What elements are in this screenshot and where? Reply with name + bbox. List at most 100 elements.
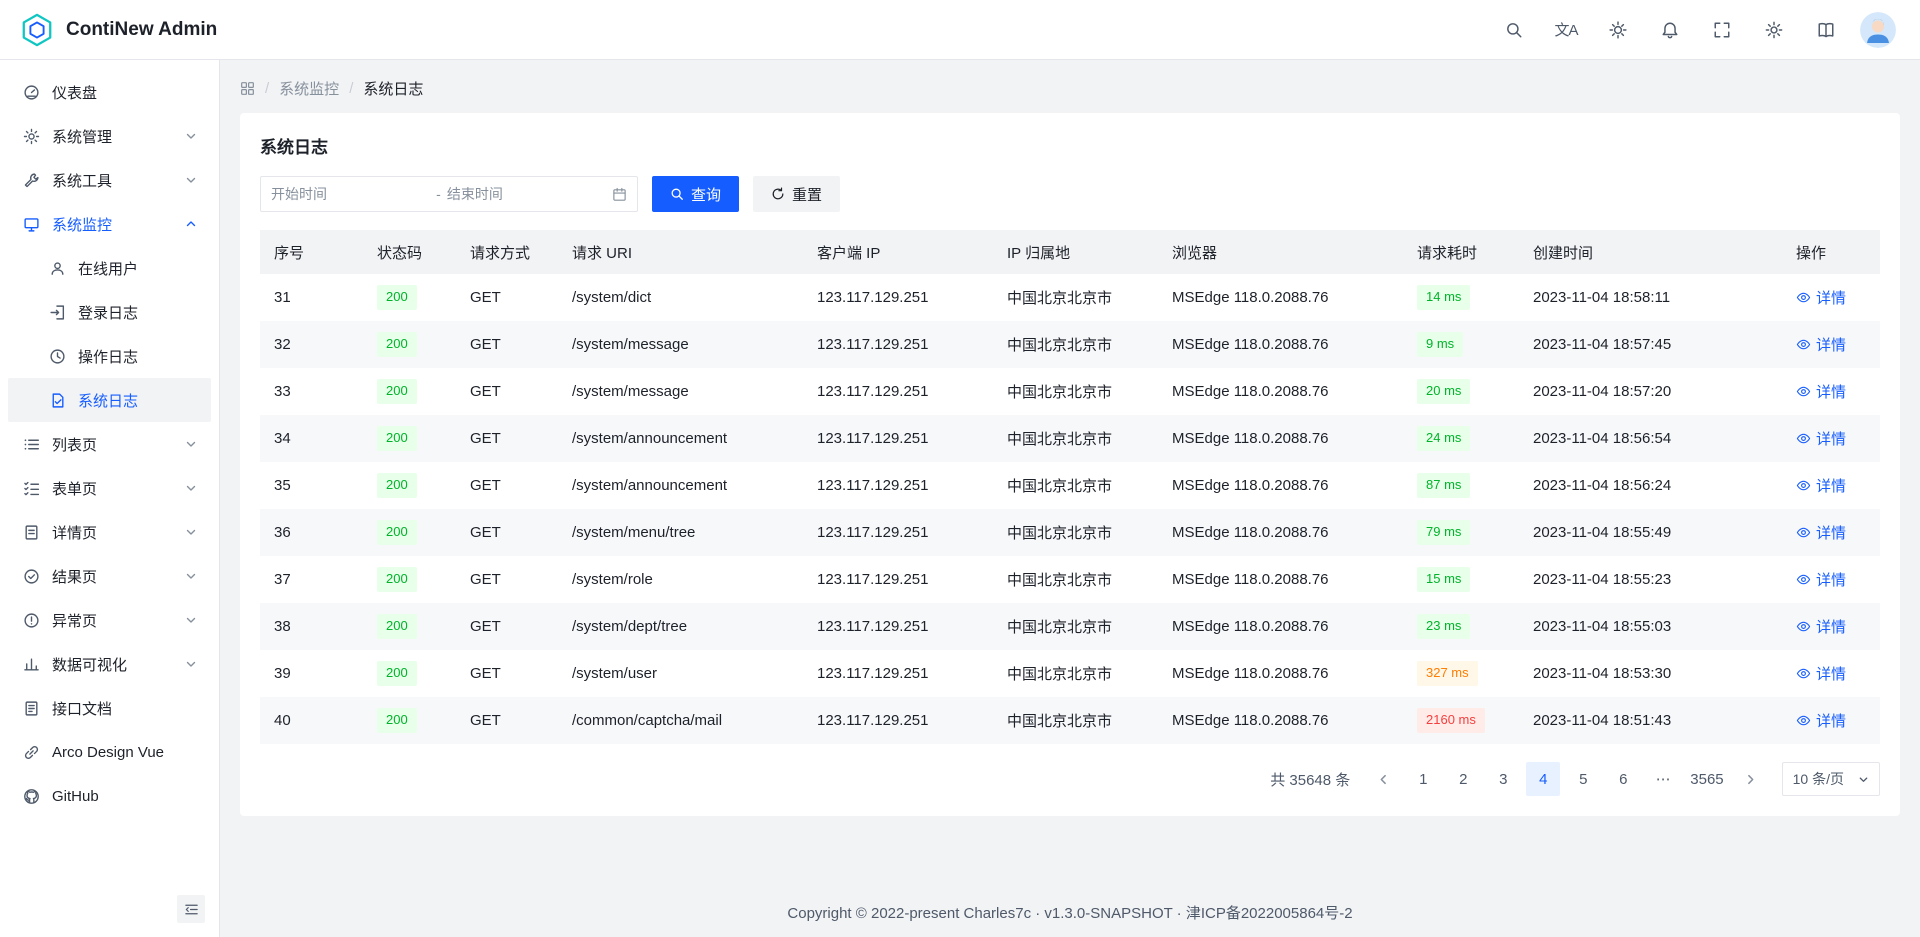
theme-button[interactable] xyxy=(1600,12,1636,48)
cell-ip: 123.117.129.251 xyxy=(803,415,993,462)
detail-label: 详情 xyxy=(1816,710,1846,731)
cell-method: GET xyxy=(456,650,558,697)
sidebar-item-list-page[interactable]: 列表页 xyxy=(8,422,211,466)
elapsed-badge: 87 ms xyxy=(1417,473,1470,497)
page-size-select[interactable]: 10 条/页 xyxy=(1782,762,1880,796)
apps-grid-icon[interactable] xyxy=(240,81,255,96)
gear-icon xyxy=(1765,21,1783,39)
detail-label: 详情 xyxy=(1816,569,1846,590)
sidebar-item-github[interactable]: GitHub xyxy=(8,774,211,818)
search-button[interactable] xyxy=(1496,12,1532,48)
sidebar-item-label: 登录日志 xyxy=(78,302,197,323)
notification-button[interactable] xyxy=(1652,12,1688,48)
cell-browser: MSEdge 118.0.2088.76 xyxy=(1158,509,1403,556)
chevron-down-icon xyxy=(185,526,197,538)
page-button[interactable]: 3 xyxy=(1486,762,1520,796)
sidebar-item-result-page[interactable]: 结果页 xyxy=(8,554,211,598)
topbar: ContiNew Admin 文A xyxy=(0,0,1920,60)
user-icon xyxy=(48,259,66,277)
status-badge: 200 xyxy=(377,708,417,732)
eye-icon xyxy=(1796,337,1811,352)
sidebar-item-system-tools[interactable]: 系统工具 xyxy=(8,158,211,202)
cell-browser: MSEdge 118.0.2088.76 xyxy=(1158,650,1403,697)
detail-link[interactable]: 详情 xyxy=(1796,616,1846,637)
page-button[interactable]: 5 xyxy=(1566,762,1600,796)
date-range-picker[interactable]: - xyxy=(260,176,638,212)
cell-method: GET xyxy=(456,415,558,462)
avatar[interactable] xyxy=(1860,12,1896,48)
cell-method: GET xyxy=(456,509,558,556)
collapse-sidebar-button[interactable] xyxy=(177,895,205,923)
cell-method: GET xyxy=(456,321,558,368)
docs-button[interactable] xyxy=(1808,12,1844,48)
search-button[interactable]: 查询 xyxy=(652,176,739,212)
cell-method: GET xyxy=(456,697,558,744)
detail-label: 详情 xyxy=(1816,428,1846,449)
chevron-down-icon xyxy=(185,130,197,142)
detail-link[interactable]: 详情 xyxy=(1796,475,1846,496)
cell-browser: MSEdge 118.0.2088.76 xyxy=(1158,274,1403,321)
detail-link[interactable]: 详情 xyxy=(1796,334,1846,355)
sidebar-item-detail-page[interactable]: 详情页 xyxy=(8,510,211,554)
sidebar: 仪表盘 系统管理 系统工具 xyxy=(0,60,220,937)
sidebar-item-form-page[interactable]: 表单页 xyxy=(8,466,211,510)
sidebar-item-operation-logs[interactable]: 操作日志 xyxy=(8,334,211,378)
sidebar-item-arco-design-vue[interactable]: Arco Design Vue xyxy=(8,730,211,774)
eye-icon xyxy=(1796,431,1811,446)
detail-link[interactable]: 详情 xyxy=(1796,663,1846,684)
status-badge: 200 xyxy=(377,473,417,497)
detail-link[interactable]: 详情 xyxy=(1796,287,1846,308)
sidebar-item-system-monitor[interactable]: 系统监控 xyxy=(8,202,211,246)
sidebar-item-exception-page[interactable]: 异常页 xyxy=(8,598,211,642)
fullscreen-icon xyxy=(1713,21,1731,39)
sidebar-item-login-logs[interactable]: 登录日志 xyxy=(8,290,211,334)
sidebar-item-system-management[interactable]: 系统管理 xyxy=(8,114,211,158)
detail-link[interactable]: 详情 xyxy=(1796,710,1846,731)
cell-location: 中国北京北京市 xyxy=(993,556,1158,603)
start-time-input[interactable] xyxy=(271,186,430,202)
page-button[interactable]: 2 xyxy=(1446,762,1480,796)
reset-button[interactable]: 重置 xyxy=(753,176,840,212)
sidebar-item-label: 结果页 xyxy=(52,566,185,587)
chevron-down-icon xyxy=(185,438,197,450)
column-header: 状态码 xyxy=(363,230,456,274)
detail-link[interactable]: 详情 xyxy=(1796,569,1846,590)
theme-sun-icon xyxy=(1609,21,1627,39)
table-row: 35 200 GET /system/announcement 123.117.… xyxy=(260,462,1880,509)
chevron-down-icon xyxy=(185,482,197,494)
end-time-input[interactable] xyxy=(447,186,606,202)
sidebar-item-system-logs[interactable]: 系统日志 xyxy=(8,378,211,422)
page-size-label: 10 条/页 xyxy=(1793,769,1844,789)
locale-button[interactable]: 文A xyxy=(1548,12,1584,48)
next-page-button[interactable] xyxy=(1734,762,1768,796)
cell-no: 33 xyxy=(260,368,363,415)
detail-link[interactable]: 详情 xyxy=(1796,522,1846,543)
sidebar-item-online-users[interactable]: 在线用户 xyxy=(8,246,211,290)
previous-page-button[interactable] xyxy=(1366,762,1400,796)
cell-uri: /system/message xyxy=(558,321,803,368)
sidebar-item-dashboard[interactable]: 仪表盘 xyxy=(8,70,211,114)
page-ellipsis[interactable]: ⋯ xyxy=(1646,762,1680,796)
cell-method: GET xyxy=(456,462,558,509)
status-badge: 200 xyxy=(377,285,417,309)
sidebar-item-label: 系统监控 xyxy=(52,214,185,235)
cell-location: 中国北京北京市 xyxy=(993,274,1158,321)
page-button[interactable]: 6 xyxy=(1606,762,1640,796)
settings-button[interactable] xyxy=(1756,12,1792,48)
cell-no: 37 xyxy=(260,556,363,603)
breadcrumb-item-system-monitor[interactable]: 系统监控 xyxy=(279,78,339,99)
sidebar-item-label: 异常页 xyxy=(52,610,185,631)
chevron-down-icon xyxy=(185,658,197,670)
page-button[interactable]: 3565 xyxy=(1686,762,1727,796)
chevron-up-icon xyxy=(185,218,197,230)
page-button[interactable]: 4 xyxy=(1526,762,1560,796)
table-row: 31 200 GET /system/dict 123.117.129.251 … xyxy=(260,274,1880,321)
cell-created: 2023-11-04 18:57:45 xyxy=(1519,321,1782,368)
page-button[interactable]: 1 xyxy=(1406,762,1440,796)
sidebar-item-data-visualization[interactable]: 数据可视化 xyxy=(8,642,211,686)
sidebar-item-api-docs[interactable]: 接口文档 xyxy=(8,686,211,730)
detail-link[interactable]: 详情 xyxy=(1796,428,1846,449)
form-icon xyxy=(22,479,40,497)
detail-link[interactable]: 详情 xyxy=(1796,381,1846,402)
fullscreen-button[interactable] xyxy=(1704,12,1740,48)
